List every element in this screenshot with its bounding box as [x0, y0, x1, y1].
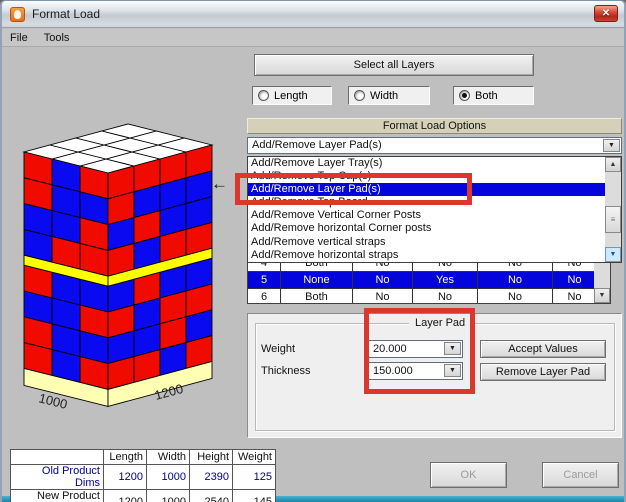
cell[interactable]: No [478, 289, 553, 304]
chevron-down-icon[interactable]: ▼ [603, 139, 620, 152]
format-load-options-header: Format Load Options [247, 118, 622, 134]
list-item[interactable]: Add/Remove Vertical Corner Posts [248, 209, 621, 222]
dims-header-row: Length Width Height Weight [11, 450, 276, 465]
radio-length-icon[interactable] [258, 90, 269, 101]
cell[interactable]: 5 [248, 272, 281, 288]
list-item[interactable]: Add/Remove horizontal Corner posts [248, 222, 621, 235]
ok-button[interactable]: OK [430, 462, 507, 488]
weight-value: 20.000 [373, 343, 407, 355]
header-length: Length [104, 450, 147, 465]
accept-values-button[interactable]: Accept Values [480, 340, 606, 358]
cell: 1200 [104, 490, 147, 502]
cell: 2390 [190, 465, 233, 490]
title-bar: Format Load ✕ [2, 1, 624, 28]
cancel-label: Cancel [563, 469, 597, 481]
list-item[interactable]: Add/Remove Top Cap(s) [248, 170, 621, 183]
menu-tools[interactable]: Tools [36, 30, 78, 46]
remove-layer-pad-button[interactable]: Remove Layer Pad [480, 363, 606, 381]
weight-combobox[interactable]: 20.000 ▼ [368, 340, 463, 358]
scroll-down-icon[interactable]: ▼ [605, 247, 621, 262]
list-item[interactable]: Add/Remove Top Board [248, 196, 621, 209]
layer-pad-groupbox: Layer Pad Weight Thickness 20.000 ▼ 150.… [255, 323, 615, 431]
cell[interactable]: No [413, 289, 478, 304]
app-icon [10, 7, 25, 22]
scroll-up-icon[interactable]: ▲ [605, 157, 621, 172]
annotation-arrow-icon: ← [211, 174, 228, 194]
radio-both[interactable]: Both [453, 86, 534, 105]
row-label: New Product Dims [11, 490, 104, 502]
window-title: Format Load [32, 7, 100, 21]
thickness-label: Thickness [261, 365, 311, 377]
ok-label: OK [461, 469, 477, 481]
client-area: 10001200 ← Select all Layers Length Widt… [2, 48, 624, 497]
close-icon: ✕ [602, 8, 610, 19]
list-scrollbar[interactable]: ▲ ≡ ▼ [605, 157, 621, 262]
menu-bar: File Tools [2, 29, 624, 47]
header-height: Height [190, 450, 233, 465]
product-dims-table: Length Width Height Weight Old Product D… [10, 449, 276, 502]
list-item[interactable]: Add/Remove vertical straps [248, 236, 621, 249]
header-blank [11, 450, 104, 465]
new-product-dims-row: New Product Dims 1200 1000 2540 145 [11, 490, 276, 502]
list-item[interactable]: Add/Remove horizontal straps [248, 249, 621, 262]
cell[interactable]: 6 [248, 289, 281, 304]
cell: 1000 [147, 465, 190, 490]
row-label: Old Product Dims [11, 465, 104, 490]
table-row[interactable]: 5 None No Yes No No [248, 272, 596, 289]
header-weight: Weight [233, 450, 276, 465]
cell[interactable]: No [353, 272, 413, 288]
remove-layer-pad-label: Remove Layer Pad [496, 366, 590, 378]
header-width: Width [147, 450, 190, 465]
radio-length-label: Length [274, 90, 308, 102]
cell: 125 [233, 465, 276, 490]
cell[interactable]: No [478, 272, 553, 288]
table-row[interactable]: 6 Both No No No No [248, 289, 596, 304]
weight-label: Weight [261, 343, 295, 355]
list-item[interactable]: Add/Remove Layer Pad(s) [248, 183, 621, 196]
radio-both-label: Both [475, 90, 498, 102]
cell: 1200 [104, 465, 147, 490]
cell: 1000 [147, 490, 190, 502]
thickness-value: 150.000 [373, 365, 413, 377]
cell[interactable]: Both [281, 289, 353, 304]
cell[interactable]: No [553, 289, 596, 304]
cell[interactable]: None [281, 272, 353, 288]
radio-length[interactable]: Length [252, 86, 332, 105]
cell: 2540 [190, 490, 233, 502]
scroll-down-icon[interactable]: ▼ [594, 288, 610, 303]
cell[interactable]: Yes [413, 272, 478, 288]
layer-pad-panel: Layer Pad Weight Thickness 20.000 ▼ 150.… [247, 313, 622, 438]
radio-width-icon[interactable] [354, 90, 365, 101]
format-option-combobox[interactable]: Add/Remove Layer Pad(s) ▼ [247, 137, 622, 154]
layer-pad-title: Layer Pad [409, 317, 471, 329]
menu-file[interactable]: File [2, 30, 36, 46]
chevron-down-icon[interactable]: ▼ [444, 342, 461, 355]
combobox-value: Add/Remove Layer Pad(s) [252, 139, 382, 151]
radio-both-icon[interactable] [459, 90, 470, 101]
cell[interactable]: No [353, 289, 413, 304]
close-button[interactable]: ✕ [594, 5, 618, 22]
chevron-down-icon[interactable]: ▼ [444, 364, 461, 377]
radio-width-label: Width [370, 90, 398, 102]
select-all-layers-label: Select all Layers [354, 59, 435, 71]
format-option-dropdown-list: Add/Remove Layer Tray(s) Add/Remove Top … [247, 156, 622, 263]
select-all-layers-button[interactable]: Select all Layers [254, 54, 534, 76]
thickness-combobox[interactable]: 150.000 ▼ [368, 362, 463, 380]
cell[interactable]: No [553, 272, 596, 288]
load-3d-view: 10001200 [8, 50, 242, 454]
scrollbar-thumb[interactable]: ≡ [605, 206, 621, 233]
radio-width[interactable]: Width [348, 86, 430, 105]
accept-values-label: Accept Values [508, 343, 578, 355]
list-item[interactable]: Add/Remove Layer Tray(s) [248, 157, 621, 170]
format-load-window: Format Load ✕ File Tools 10001200 ← Sele… [0, 0, 626, 502]
old-product-dims-row: Old Product Dims 1200 1000 2390 125 [11, 465, 276, 490]
cell: 145 [233, 490, 276, 502]
cancel-button[interactable]: Cancel [542, 462, 619, 488]
